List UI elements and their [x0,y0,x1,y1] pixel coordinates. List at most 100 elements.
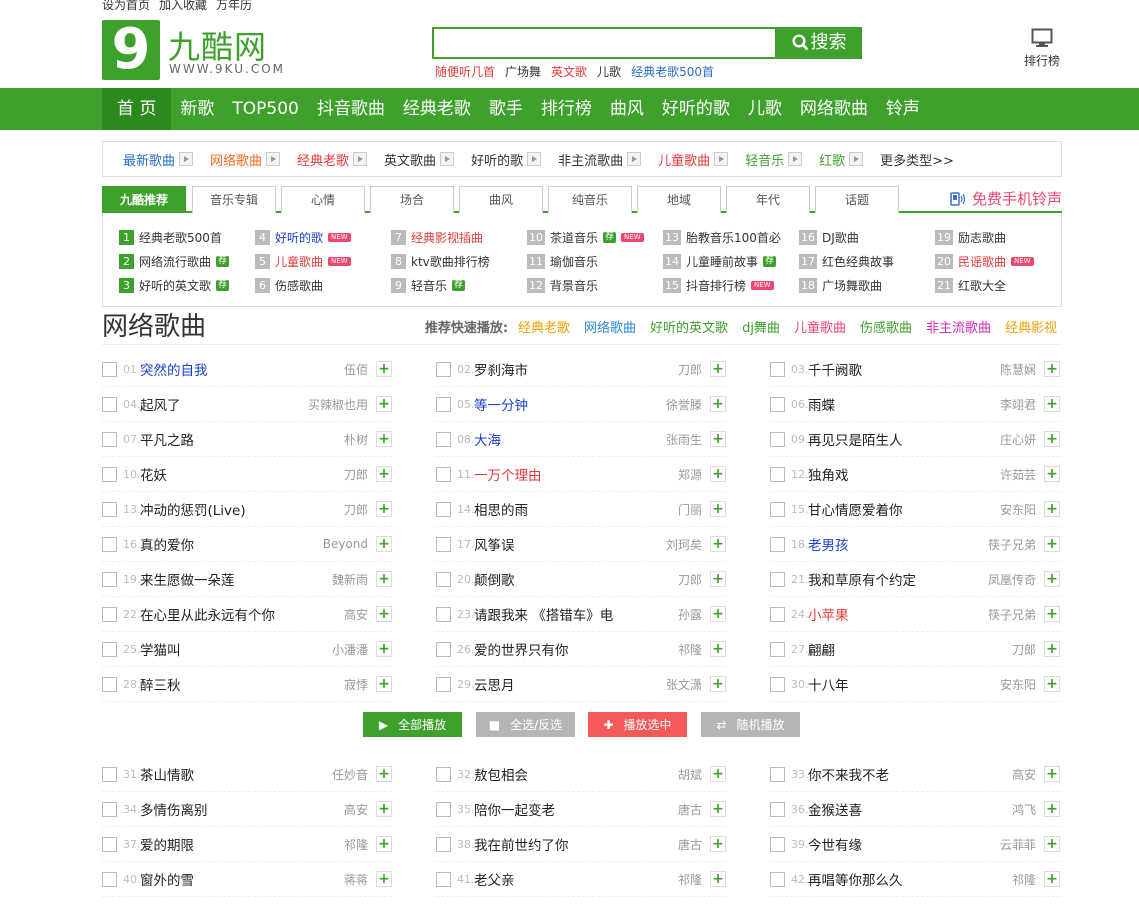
recommend-item[interactable]: 7 经典影视插曲 [391,229,483,246]
add-song-button[interactable]: + [376,801,392,817]
recommend-item[interactable]: 16 DJ歌曲 [799,229,859,246]
nav-item[interactable]: 排行榜 [532,88,601,130]
add-song-button[interactable]: + [710,571,726,587]
song-checkbox[interactable] [102,431,117,447]
action-button[interactable]: ▶ 全部播放 [363,712,462,737]
song-artist[interactable]: 朴树 [344,431,368,448]
recommend-item[interactable]: 19 励志歌曲 [935,229,1006,246]
nav-item[interactable]: 歌手 [480,88,532,130]
song-title[interactable]: 一万个理由 [474,464,678,484]
song-title[interactable]: 冲动的惩罚(Live) [140,499,344,519]
song-artist[interactable]: 刘珂矣 [666,536,702,553]
song-artist[interactable]: 筷子兄弟 [988,606,1036,623]
category-link[interactable]: 英文歌曲 [384,150,455,169]
quick-play-link[interactable]: 经典影视 [1005,321,1057,336]
song-title[interactable]: 再唱等你那么久 [808,869,1012,889]
add-song-button[interactable]: + [376,836,392,852]
action-button[interactable]: ✚ 播放选中 [588,712,687,737]
nav-item[interactable]: TOP500 [223,88,307,130]
song-title[interactable]: 雨蝶 [808,394,1000,414]
tab-item[interactable]: 纯音乐 [548,186,632,213]
category-link[interactable]: 轻音乐 [745,150,803,169]
song-title[interactable]: 老男孩 [808,534,988,554]
nav-item[interactable]: 经典老歌 [394,88,480,130]
song-artist[interactable]: 唐古 [678,801,702,818]
add-song-button[interactable]: + [376,501,392,517]
song-title[interactable]: 平凡之路 [140,429,344,449]
recommend-item[interactable]: 17 红色经典故事 [799,253,894,270]
song-checkbox[interactable] [102,801,117,817]
song-title[interactable]: 等一分钟 [474,394,666,414]
song-checkbox[interactable] [102,501,117,517]
song-artist[interactable]: 门丽 [678,501,702,518]
song-artist[interactable]: 祁隆 [344,836,368,853]
quick-play-link[interactable]: 儿童歌曲 [794,321,846,336]
song-artist[interactable]: 郑源 [678,466,702,483]
song-title[interactable]: 再见只是陌生人 [808,429,1000,449]
song-checkbox[interactable] [436,396,451,412]
hot-search-link[interactable]: 经典老歌500首 [631,65,714,79]
song-title[interactable]: 今世有缘 [808,834,1000,854]
add-song-button[interactable]: + [710,431,726,447]
tab-item[interactable]: 九酷推荐 [102,186,186,213]
song-artist[interactable]: 高安 [344,606,368,623]
song-checkbox[interactable] [102,396,117,412]
song-artist[interactable]: 张雨生 [666,431,702,448]
tab-item[interactable]: 场合 [370,186,454,213]
song-artist[interactable]: 高安 [344,801,368,818]
tab-item[interactable]: 话题 [815,186,899,213]
song-artist[interactable]: 祁隆 [678,641,702,658]
add-song-button[interactable]: + [1044,536,1060,552]
song-checkbox[interactable] [770,431,785,447]
hot-search-link[interactable]: 随便听几首 [435,65,495,79]
song-title[interactable]: 老父亲 [474,869,678,889]
song-artist[interactable]: 凤凰传奇 [988,571,1036,588]
add-song-button[interactable]: + [376,466,392,482]
song-checkbox[interactable] [770,871,785,887]
song-checkbox[interactable] [436,871,451,887]
add-song-button[interactable]: + [710,836,726,852]
song-checkbox[interactable] [102,571,117,587]
song-artist[interactable]: 小潘潘 [332,641,368,658]
song-artist[interactable]: 买辣椒也用 [308,396,368,413]
add-song-button[interactable]: + [710,361,726,377]
add-song-button[interactable]: + [1044,871,1060,887]
tab-item[interactable]: 地域 [637,186,721,213]
song-artist[interactable]: 蒋蒋 [344,871,368,888]
song-checkbox[interactable] [102,871,117,887]
nav-item[interactable]: 儿歌 [739,88,791,130]
add-song-button[interactable]: + [1044,801,1060,817]
song-artist[interactable]: 高安 [1012,766,1036,783]
song-artist[interactable]: 魏新雨 [332,571,368,588]
recommend-item[interactable]: 2 网络流行歌曲荐 [119,253,230,270]
song-artist[interactable]: 祁隆 [678,871,702,888]
top-link[interactable]: 万年历 [216,0,252,12]
song-title[interactable]: 颠倒歌 [474,569,678,589]
add-song-button[interactable]: + [1044,641,1060,657]
category-link[interactable]: 经典老歌 [297,150,368,169]
song-checkbox[interactable] [436,361,451,377]
song-title[interactable]: 茶山情歌 [140,764,332,784]
song-artist[interactable]: 筷子兄弟 [988,536,1036,553]
song-artist[interactable]: 徐誉滕 [666,396,702,413]
song-artist[interactable]: 唐古 [678,836,702,853]
song-title[interactable]: 真的爱你 [140,534,323,554]
song-title[interactable]: 云思月 [474,674,666,694]
recommend-item[interactable]: 6 伤感歌曲 [255,277,323,294]
song-title[interactable]: 花妖 [140,464,344,484]
rank-link[interactable]: 排行榜 [1022,28,1062,69]
song-artist[interactable]: 安东阳 [1000,501,1036,518]
hot-search-link[interactable]: 儿歌 [597,65,621,79]
add-song-button[interactable]: + [376,431,392,447]
song-checkbox[interactable] [436,641,451,657]
add-song-button[interactable]: + [376,766,392,782]
song-title[interactable]: 相思的雨 [474,499,678,519]
add-song-button[interactable]: + [710,641,726,657]
song-checkbox[interactable] [436,766,451,782]
song-title[interactable]: 爱的期限 [140,834,344,854]
add-song-button[interactable]: + [376,396,392,412]
song-checkbox[interactable] [436,501,451,517]
recommend-item[interactable]: 13 胎教音乐100首必 [663,229,781,246]
recommend-item[interactable]: 3 好听的英文歌荐 [119,277,230,294]
song-title[interactable]: 敖包相会 [474,764,678,784]
